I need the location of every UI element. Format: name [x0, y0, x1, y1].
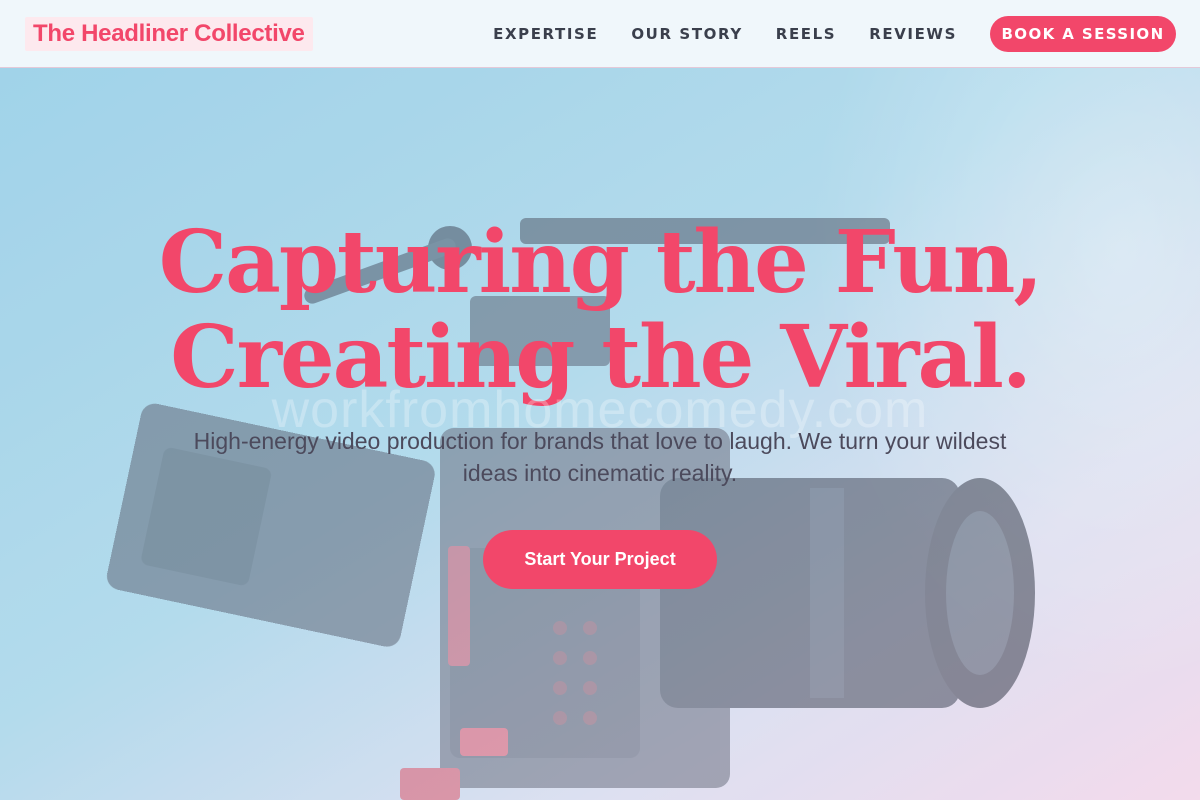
- hero-content: Capturing the Fun, Creating the Viral. w…: [0, 68, 1200, 800]
- main-nav: EXPERTISE OUR STORY REELS REVIEWS BOOK A…: [493, 15, 1176, 52]
- nav-link-reviews[interactable]: REVIEWS: [869, 25, 957, 43]
- hero-section: Capturing the Fun, Creating the Viral. w…: [0, 68, 1200, 800]
- site-header: The Headliner Collective EXPERTISE OUR S…: [0, 0, 1200, 68]
- nav-link-our-story[interactable]: OUR STORY: [631, 25, 742, 43]
- hero-subtitle: High-energy video production for brands …: [193, 428, 1007, 486]
- book-session-button[interactable]: BOOK A SESSION: [990, 15, 1176, 52]
- site-logo[interactable]: The Headliner Collective: [25, 16, 313, 51]
- nav-link-expertise[interactable]: EXPERTISE: [493, 25, 598, 43]
- start-project-button[interactable]: Start Your Project: [483, 530, 717, 589]
- hero-headline-line-1: Capturing the Fun,: [158, 212, 1044, 313]
- nav-link-reels[interactable]: REELS: [776, 25, 836, 43]
